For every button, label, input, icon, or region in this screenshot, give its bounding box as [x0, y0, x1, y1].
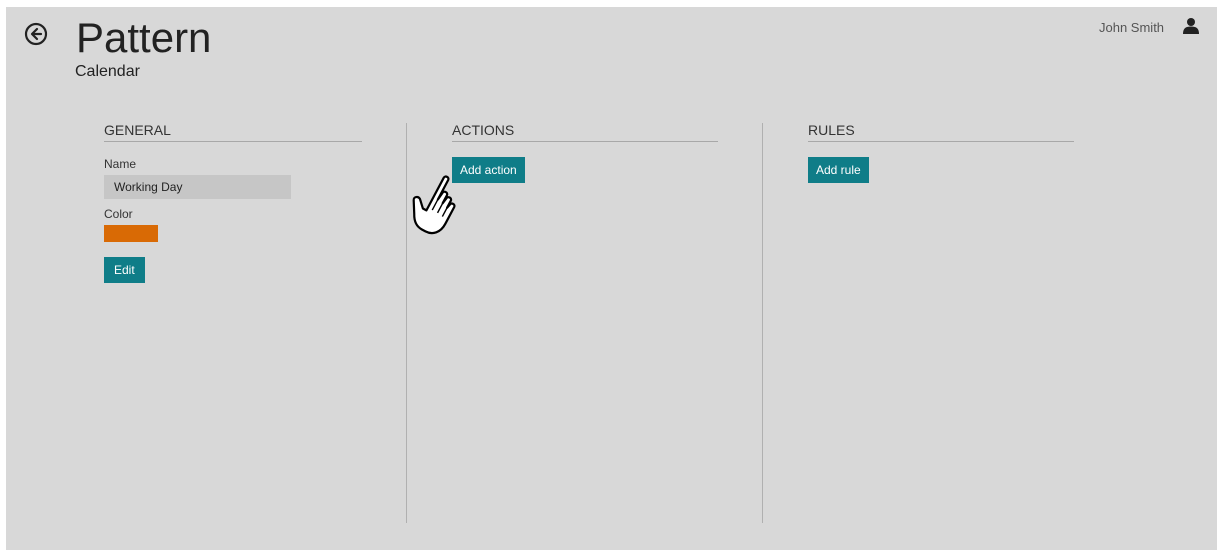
actions-title: ACTIONS	[452, 122, 718, 142]
page-title: Pattern	[76, 14, 212, 61]
user-name[interactable]: John Smith	[1099, 20, 1164, 35]
user-icon[interactable]	[1182, 17, 1200, 35]
column-divider	[762, 123, 763, 523]
add-rule-button[interactable]: Add rule	[808, 157, 869, 183]
name-value: Working Day	[104, 175, 291, 199]
color-label: Color	[104, 207, 133, 221]
back-arrow-circle-icon	[24, 22, 48, 46]
hand-pointer-icon	[409, 173, 461, 241]
back-button[interactable]	[24, 22, 48, 46]
rules-title: RULES	[808, 122, 1074, 142]
page-subtitle: Calendar	[75, 63, 140, 80]
app-window: Pattern Calendar John Smith GENERAL Name…	[6, 7, 1217, 550]
rules-section: RULES Add rule	[808, 122, 1074, 183]
general-title: GENERAL	[104, 122, 362, 142]
add-action-button[interactable]: Add action	[452, 157, 525, 183]
name-label: Name	[104, 157, 137, 171]
actions-section: ACTIONS Add action	[452, 122, 718, 183]
edit-button[interactable]: Edit	[104, 257, 145, 283]
column-divider	[406, 123, 407, 523]
general-section: GENERAL Name Working Day Color Edit	[104, 122, 362, 283]
color-swatch	[104, 225, 158, 242]
